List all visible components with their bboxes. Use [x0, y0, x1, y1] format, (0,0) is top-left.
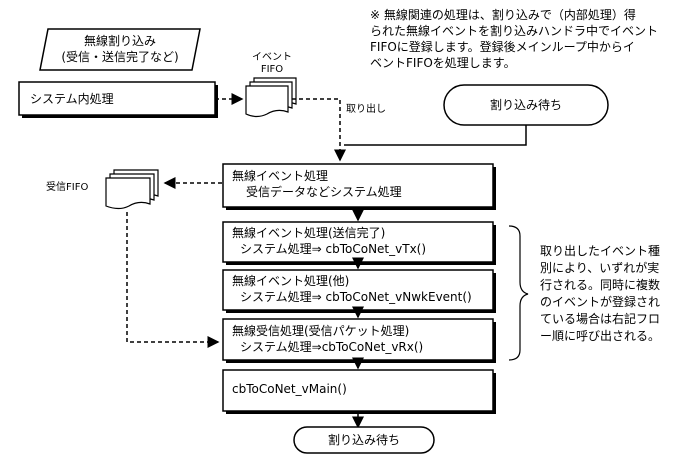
note-line-4: ベントFIFOを処理します。 [370, 56, 516, 70]
event-fifo-shape [245, 77, 297, 118]
brace-note-line-1: 取り出したイベント種 [540, 244, 661, 258]
note-line-3: FIFOに登録します。登録後メインループ中からイ [370, 40, 635, 54]
brace-note-line-2: 別により、いずれが実 [540, 261, 660, 275]
brace-note-line-6: ー順に呼び出される。 [540, 329, 661, 343]
wait-bottom-label: 割り込み待ち [327, 433, 400, 447]
event-fifo-line-2: FIFO [260, 64, 284, 75]
system-internal-label: システム内処理 [30, 92, 114, 106]
take-out-label: 取り出し [346, 104, 386, 115]
note-line-2: られた無線イベントを割り込みハンドラ中でイベント [370, 24, 659, 38]
other-event-line-1: 無線イベント処理(他) [232, 274, 350, 288]
note-text: ※ 無線関連の処理は、割り込みで（内部処理）得 られた無線イベントを割り込みハン… [370, 7, 658, 71]
event-fifo-line-1: イベント [252, 52, 292, 63]
brace [508, 225, 529, 361]
rx-line-1: 無線受信処理(受信パケット処理) [232, 324, 410, 338]
event-process-line-1: 無線イベント処理 [232, 169, 329, 183]
note-line-1: ※ 無線関連の処理は、割り込みで（内部処理）得 [370, 8, 636, 22]
event-process-line-2: 受信データなどシステム処理 [246, 185, 402, 199]
rx-line-2: システム処理⇒cbToCoNet_vRx() [240, 340, 424, 354]
rx-label: 無線受信処理(受信パケット処理) システム処理⇒cbToCoNet_vRx() [232, 323, 423, 355]
brace-note-line-3: 行される。同時に複数 [540, 278, 661, 292]
brace-note: 取り出したイベント種 別により、いずれが実 行される。同時に複数 のイベントが登… [540, 243, 660, 345]
interrupt-line-1: 無線割り込み [83, 34, 156, 48]
interrupt-label: 無線割り込み (受信・送信完了など) [40, 33, 200, 65]
event-process-label: 無線イベント処理 受信データなどシステム処理 [232, 168, 402, 200]
tx-done-line-2: システム処理⇒ cbToCoNet_vTx() [240, 242, 427, 256]
wait-top-label: 割り込み待ち [489, 98, 562, 112]
brace-note-line-4: のイベントが登録され [540, 295, 661, 309]
event-fifo-label: イベント FIFO [244, 52, 300, 76]
other-event-label: 無線イベント処理(他) システム処理⇒ cbToCoNet_vNwkEvent(… [232, 273, 472, 305]
brace-note-line-5: ている場合は右記フロ [540, 312, 661, 326]
recv-fifo-shape [105, 169, 159, 210]
recv-fifo-label: 受信FIFO [46, 182, 89, 193]
main-label: cbToCoNet_vMain() [232, 382, 347, 396]
interrupt-line-2: (受信・送信完了など) [61, 50, 179, 64]
other-event-line-2: システム処理⇒ cbToCoNet_vNwkEvent() [240, 290, 472, 304]
tx-done-line-1: 無線イベント処理(送信完了) [232, 226, 386, 240]
tx-done-label: 無線イベント処理(送信完了) システム処理⇒ cbToCoNet_vTx() [232, 225, 426, 257]
